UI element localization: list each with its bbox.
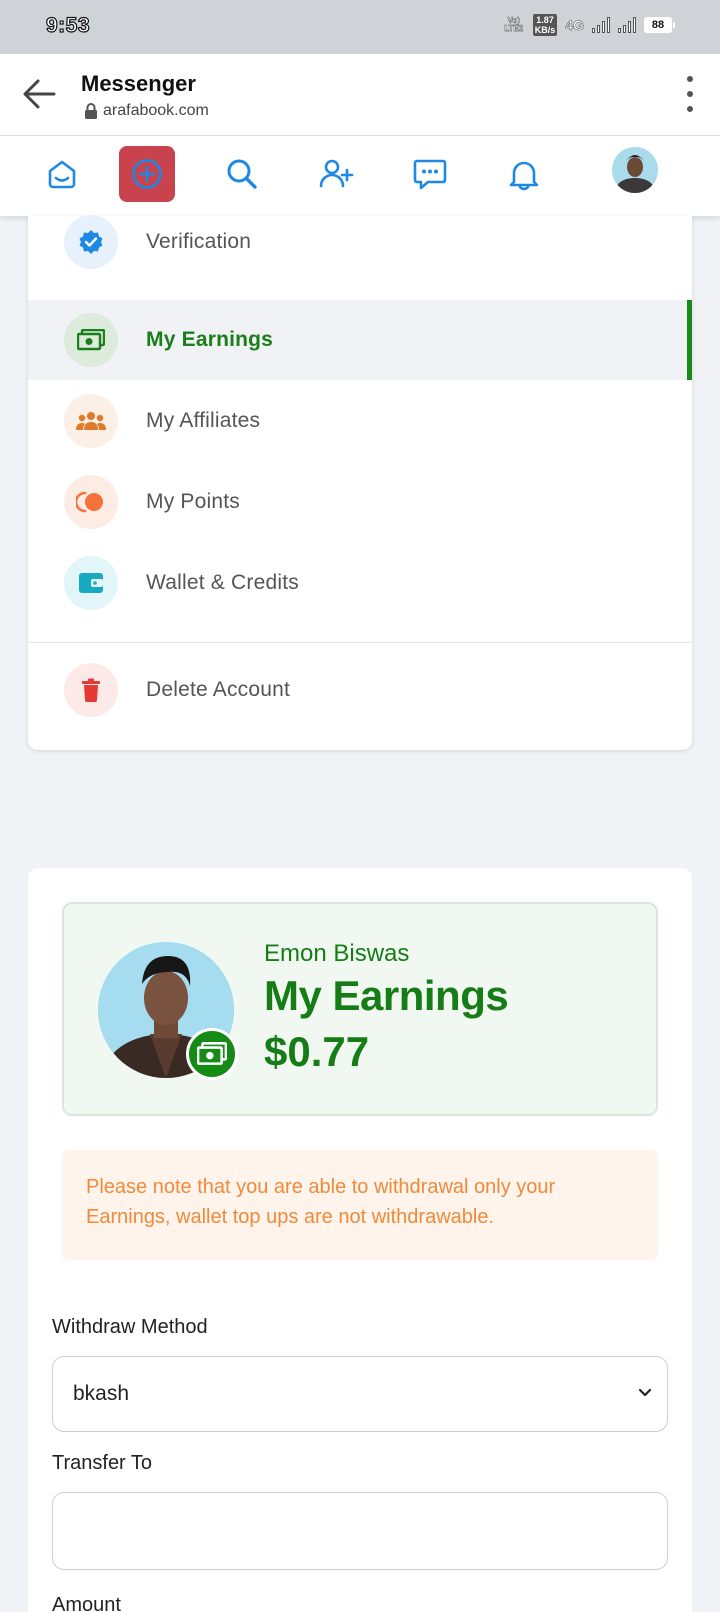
signal-icon (592, 17, 610, 33)
page-title: Messenger (81, 71, 196, 96)
dot-icon (687, 76, 693, 82)
network-speed-value: 1.87 (536, 15, 554, 25)
menu-item-verification[interactable]: Verification (28, 202, 692, 282)
bell-icon (509, 161, 539, 191)
more-options-button[interactable] (684, 76, 696, 112)
profile-avatar[interactable] (612, 147, 658, 193)
withdraw-method-value: bkash (73, 1382, 130, 1405)
divider (28, 642, 692, 643)
earnings-amount: $0.77 (264, 1028, 370, 1075)
withdraw-method-label: Withdraw Method (52, 1316, 208, 1338)
menu-item-label: My Earnings (146, 328, 274, 351)
settings-menu: Verification My Earnings My Affiliates M… (28, 215, 692, 750)
trash-icon (64, 663, 118, 717)
amount-label: Amount (52, 1594, 121, 1612)
chevron-down-icon (638, 1388, 652, 1397)
status-indicators: Vo) LTE2 1.87 KB/s 4G 88 (503, 14, 675, 36)
money-badge-icon (186, 1028, 238, 1080)
url-text: arafabook.com (103, 102, 209, 119)
menu-item-label: Wallet & Credits (146, 571, 299, 594)
add-friend-icon (319, 159, 354, 188)
money-icon (64, 313, 118, 367)
nav-messages-button[interactable] (402, 146, 458, 202)
arrow-left-icon (23, 79, 56, 109)
browser-header: Messenger arafabook.com (0, 54, 720, 136)
network-speed: 1.87 KB/s (532, 14, 558, 36)
menu-item-my-points[interactable]: My Points (28, 462, 692, 542)
menu-item-wallet-credits[interactable]: Wallet & Credits (28, 543, 692, 623)
nav-create-button[interactable] (119, 146, 175, 202)
menu-item-label: Verification (146, 230, 252, 253)
earnings-summary: Emon Biswas My Earnings $0.77 (62, 902, 658, 1116)
volte-indicator: Vo) LTE2 (504, 16, 524, 33)
transfer-to-input[interactable] (52, 1492, 668, 1570)
network-speed-unit: KB/s (534, 25, 556, 35)
dot-icon (687, 106, 693, 112)
verified-badge-icon (64, 215, 118, 269)
nav-home-button[interactable] (34, 146, 90, 202)
menu-item-label: My Affiliates (146, 409, 261, 432)
lock-icon (85, 103, 97, 119)
wallet-icon (64, 556, 118, 610)
earnings-title: My Earnings (264, 972, 509, 1019)
menu-item-label: My Points (146, 490, 240, 513)
nav-search-button[interactable] (214, 146, 270, 202)
network-type: 4G (565, 17, 584, 34)
earnings-card: Emon Biswas My Earnings $0.77 Please not… (28, 868, 692, 1612)
signal-icon (618, 17, 636, 33)
status-time: 9:53 (45, 13, 91, 37)
menu-item-my-affiliates[interactable]: My Affiliates (28, 381, 692, 461)
nav-add-friend-button[interactable] (308, 146, 364, 202)
menu-item-my-earnings[interactable]: My Earnings (28, 300, 692, 380)
withdraw-method-select[interactable]: bkash (52, 1356, 668, 1432)
user-name: Emon Biswas (264, 940, 410, 967)
search-icon (227, 159, 257, 189)
menu-item-delete-account[interactable]: Delete Account (28, 650, 692, 730)
points-icon (64, 475, 118, 529)
withdraw-notice: Please note that you are able to withdra… (62, 1150, 658, 1260)
menu-item-label: Delete Account (146, 678, 291, 701)
back-button[interactable] (20, 74, 60, 114)
messages-icon (413, 159, 447, 190)
home-icon (48, 160, 76, 189)
avatar (612, 147, 658, 193)
people-group-icon (64, 394, 118, 448)
create-post-icon (132, 159, 162, 189)
dot-icon (687, 91, 693, 97)
nav-notifications-button[interactable] (496, 146, 552, 202)
status-bar: 9:53 Vo) LTE2 1.87 KB/s 4G 88 (0, 0, 720, 54)
battery-icon: 88 (644, 17, 675, 33)
transfer-to-label: Transfer To (52, 1452, 153, 1474)
page-url[interactable]: arafabook.com (84, 102, 209, 120)
